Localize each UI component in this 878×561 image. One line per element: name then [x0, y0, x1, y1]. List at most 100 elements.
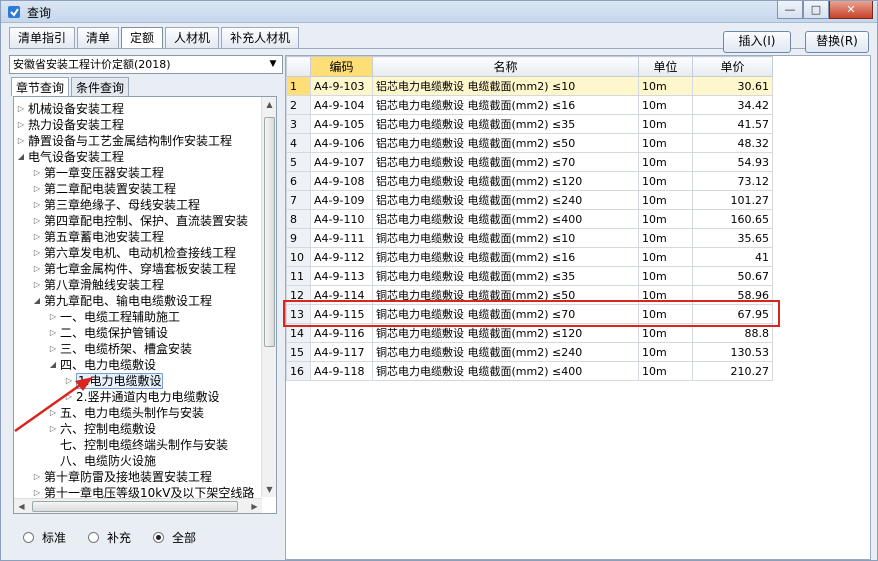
table-row[interactable]: 6 A4-9-108 铝芯电力电缆敷设 电缆截面(mm2) ≤120 10m 73.12 — [286, 171, 773, 191]
tab-chapter-query[interactable]: 章节查询 — [11, 77, 70, 96]
tree-item[interactable]: ▷ 一、电缆工程辅助施工 — [14, 309, 262, 325]
scroll-thumb-horizontal[interactable] — [32, 501, 238, 512]
expand-arrow-icon[interactable]: ▷ — [32, 229, 42, 245]
header-unit[interactable]: 单位 — [638, 56, 693, 77]
tree-item[interactable]: ▷ 第四章配电控制、保护、直流装置安装 — [14, 213, 262, 229]
cell-unit[interactable]: 10m — [638, 209, 693, 229]
scroll-up-icon[interactable]: ▲ — [262, 97, 276, 112]
expand-arrow-icon[interactable]: ▷ — [48, 325, 58, 341]
cell-name[interactable]: 铝芯电力电缆敷设 电缆截面(mm2) ≤16 — [372, 95, 639, 115]
tree-item[interactable]: ▷ 第五章蓄电池安装工程 — [14, 229, 262, 245]
row-number[interactable]: 3 — [286, 114, 311, 134]
tab-list[interactable]: 清单 — [77, 27, 120, 49]
scroll-down-icon[interactable]: ▼ — [262, 482, 276, 497]
radio-supplement[interactable]: 补充 — [88, 529, 131, 546]
expand-arrow-icon[interactable]: ▷ — [32, 277, 42, 293]
table-row[interactable]: 15 A4-9-117 铜芯电力电缆敷设 电缆截面(mm2) ≤240 10m 130.… — [286, 342, 773, 362]
row-number[interactable]: 10 — [286, 247, 311, 267]
cell-unit[interactable]: 10m — [638, 152, 693, 172]
radio-all[interactable]: 全部 — [153, 529, 196, 546]
tree-item[interactable]: ◢ 电气设备安装工程 — [14, 149, 262, 165]
cell-unit[interactable]: 10m — [638, 266, 693, 286]
tab-list-guide[interactable]: 清单指引 — [9, 27, 76, 49]
cell-price[interactable]: 101.27 — [692, 190, 773, 210]
expand-arrow-icon[interactable]: ▷ — [16, 101, 26, 117]
header-price[interactable]: 单价 — [692, 56, 773, 77]
row-number[interactable]: 2 — [286, 95, 311, 115]
radio-standard[interactable]: 标准 — [23, 529, 66, 546]
table-row[interactable]: 8 A4-9-110 铝芯电力电缆敷设 电缆截面(mm2) ≤400 10m 160.6… — [286, 209, 773, 229]
tree-item[interactable]: ▷ 第六章发电机、电动机检查接线工程 — [14, 245, 262, 261]
table-row[interactable]: 4 A4-9-106 铝芯电力电缆敷设 电缆截面(mm2) ≤50 10m 48.32 — [286, 133, 773, 153]
scroll-thumb[interactable] — [264, 117, 275, 347]
expand-arrow-icon[interactable]: ▷ — [32, 261, 42, 277]
tree-item[interactable]: ▷ 二、电缆保护管铺设 — [14, 325, 262, 341]
cell-unit[interactable]: 10m — [638, 361, 693, 381]
cell-code[interactable]: A4-9-103 — [310, 76, 373, 96]
radio-circle-icon[interactable] — [23, 532, 34, 543]
table-row[interactable]: 3 A4-9-105 铝芯电力电缆敷设 电缆截面(mm2) ≤35 10m 41.57 — [286, 114, 773, 134]
expand-arrow-icon[interactable]: ▷ — [16, 133, 26, 149]
quota-library-select[interactable]: 安徽省安装工程计价定额(2018) ▼ — [9, 55, 283, 74]
cell-name[interactable]: 铜芯电力电缆敷设 电缆截面(mm2) ≤35 — [372, 266, 639, 286]
row-number[interactable]: 6 — [286, 171, 311, 191]
radio-checked-icon[interactable] — [153, 532, 165, 543]
cell-code[interactable]: A4-9-117 — [310, 342, 373, 362]
row-number[interactable]: 11 — [286, 266, 311, 286]
cell-unit[interactable]: 10m — [638, 95, 693, 115]
cell-code[interactable]: A4-9-110 — [310, 209, 373, 229]
expand-arrow-icon[interactable]: ▷ — [32, 181, 42, 197]
tree-item[interactable]: ▷ 第十章防雷及接地装置安装工程 — [14, 469, 262, 485]
cell-code[interactable]: A4-9-118 — [310, 361, 373, 381]
cell-price[interactable]: 73.12 — [692, 171, 773, 191]
cell-unit[interactable]: 10m — [638, 247, 693, 267]
expand-arrow-icon[interactable]: ▷ — [32, 469, 42, 485]
cell-unit[interactable]: 10m — [638, 114, 693, 134]
table-row[interactable]: 5 A4-9-107 铝芯电力电缆敷设 电缆截面(mm2) ≤70 10m 54.93 — [286, 152, 773, 172]
table-row[interactable]: 9 A4-9-111 铜芯电力电缆敷设 电缆截面(mm2) ≤10 10m 35.65 — [286, 228, 773, 248]
replace-button[interactable]: 替换(R) — [805, 31, 869, 53]
table-row[interactable]: 7 A4-9-109 铝芯电力电缆敷设 电缆截面(mm2) ≤240 10m 101.2… — [286, 190, 773, 210]
tree-item[interactable]: ▷ 静置设备与工艺金属结构制作安装工程 — [14, 133, 262, 149]
tree-item[interactable]: ▷ 第七章金属构件、穿墙套板安装工程 — [14, 261, 262, 277]
cell-unit[interactable]: 10m — [638, 190, 693, 210]
table-row[interactable]: 2 A4-9-104 铝芯电力电缆敷设 电缆截面(mm2) ≤16 10m 34.42 — [286, 95, 773, 115]
table-row[interactable]: 10 A4-9-112 铜芯电力电缆敷设 电缆截面(mm2) ≤16 10m 41 — [286, 247, 773, 267]
cell-price[interactable]: 48.32 — [692, 133, 773, 153]
cell-name[interactable]: 铝芯电力电缆敷设 电缆截面(mm2) ≤400 — [372, 209, 639, 229]
cell-code[interactable]: A4-9-111 — [310, 228, 373, 248]
collapse-arrow-icon[interactable]: ◢ — [16, 149, 26, 165]
tree-item[interactable]: ▷ 第八章滑触线安装工程 — [14, 277, 262, 293]
row-number[interactable]: 16 — [286, 361, 311, 381]
tree-item[interactable]: 七、控制电缆终端头制作与安装 — [14, 437, 262, 453]
tree-item[interactable]: ▷ 第三章绝缘子、母线安装工程 — [14, 197, 262, 213]
row-number[interactable]: 4 — [286, 133, 311, 153]
cell-unit[interactable]: 10m — [638, 342, 693, 362]
cell-code[interactable]: A4-9-105 — [310, 114, 373, 134]
cell-code[interactable]: A4-9-108 — [310, 171, 373, 191]
tree-item[interactable]: ▷ 第一章变压器安装工程 — [14, 165, 262, 181]
cell-name[interactable]: 铝芯电力电缆敷设 电缆截面(mm2) ≤10 — [372, 76, 639, 96]
expand-arrow-icon[interactable]: ▷ — [32, 197, 42, 213]
cell-unit[interactable]: 10m — [638, 76, 693, 96]
cell-price[interactable]: 30.61 — [692, 76, 773, 96]
cell-price[interactable]: 41 — [692, 247, 773, 267]
cell-name[interactable]: 铝芯电力电缆敷设 电缆截面(mm2) ≤50 — [372, 133, 639, 153]
cell-name[interactable]: 铜芯电力电缆敷设 电缆截面(mm2) ≤240 — [372, 342, 639, 362]
row-number[interactable]: 7 — [286, 190, 311, 210]
chevron-down-icon[interactable]: ▼ — [266, 57, 280, 72]
tree-item[interactable]: ◢ 四、电力电缆敷设 — [14, 357, 262, 373]
tree-item[interactable]: ▷ 第十一章电压等级10kV及以下架空线路 — [14, 485, 262, 499]
expand-arrow-icon[interactable]: ▷ — [48, 309, 58, 325]
cell-code[interactable]: A4-9-113 — [310, 266, 373, 286]
tab-supplement-material[interactable]: 补充人材机 — [221, 27, 300, 49]
header-name[interactable]: 名称 — [372, 56, 639, 77]
table-row[interactable]: 1 A4-9-103 铝芯电力电缆敷设 电缆截面(mm2) ≤10 10m 30.61 — [286, 76, 773, 96]
maximize-icon[interactable]: □ — [803, 1, 829, 19]
tab-condition-query[interactable]: 条件查询 — [71, 77, 130, 96]
cell-price[interactable]: 210.27 — [692, 361, 773, 381]
row-number[interactable]: 9 — [286, 228, 311, 248]
cell-code[interactable]: A4-9-107 — [310, 152, 373, 172]
cell-code[interactable]: A4-9-106 — [310, 133, 373, 153]
cell-price[interactable]: 54.93 — [692, 152, 773, 172]
